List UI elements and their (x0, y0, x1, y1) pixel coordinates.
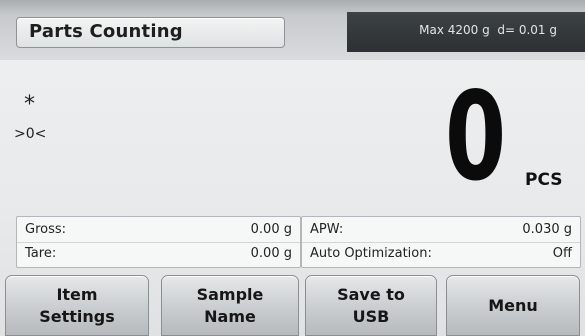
scale-screen: Parts Counting Max 4200 g d= 0.01 g * >0… (0, 0, 585, 336)
item-settings-label: Item Settings (39, 284, 115, 326)
info-panel-apw: APW: 0.030 g Auto Optimization: Off (301, 216, 581, 268)
info-row-gross: Gross: 0.00 g (17, 219, 300, 241)
info-row-apw: APW: 0.030 g (302, 219, 580, 241)
item-settings-button[interactable]: Item Settings (5, 275, 149, 336)
center-zero-indicator: >0< (14, 126, 47, 142)
save-to-usb-label: Save to USB (337, 284, 405, 326)
app-title-box[interactable]: Parts Counting (16, 17, 285, 48)
capacity-text: Max 4200 g d= 0.01 g (419, 23, 557, 37)
menu-button[interactable]: Menu (446, 275, 580, 336)
tare-value: 0.00 g (250, 246, 292, 261)
menu-label: Menu (488, 295, 538, 315)
tare-label: Tare: (25, 246, 57, 261)
gross-value: 0.00 g (250, 222, 292, 237)
count-display-value: 0 (445, 66, 507, 208)
apw-value: 0.030 g (522, 222, 572, 237)
sample-name-label: Sample Name (196, 284, 264, 326)
info-row-auto-optimization: Auto Optimization: Off (302, 243, 580, 265)
auto-optimization-label: Auto Optimization: (310, 246, 432, 261)
capacity-panel: Max 4200 g d= 0.01 g (347, 12, 585, 52)
app-title: Parts Counting (29, 21, 183, 42)
auto-optimization-value: Off (552, 246, 572, 261)
header-bar: Parts Counting Max 4200 g d= 0.01 g (0, 0, 585, 60)
count-unit: PCS (525, 170, 563, 190)
apw-label: APW: (310, 222, 344, 237)
stable-indicator-icon: * (24, 92, 35, 117)
info-panel-weights: Gross: 0.00 g Tare: 0.00 g (16, 216, 301, 268)
sample-name-button[interactable]: Sample Name (161, 275, 299, 336)
save-to-usb-button[interactable]: Save to USB (305, 275, 437, 336)
gross-label: Gross: (25, 222, 67, 237)
info-row-tare: Tare: 0.00 g (17, 243, 300, 265)
